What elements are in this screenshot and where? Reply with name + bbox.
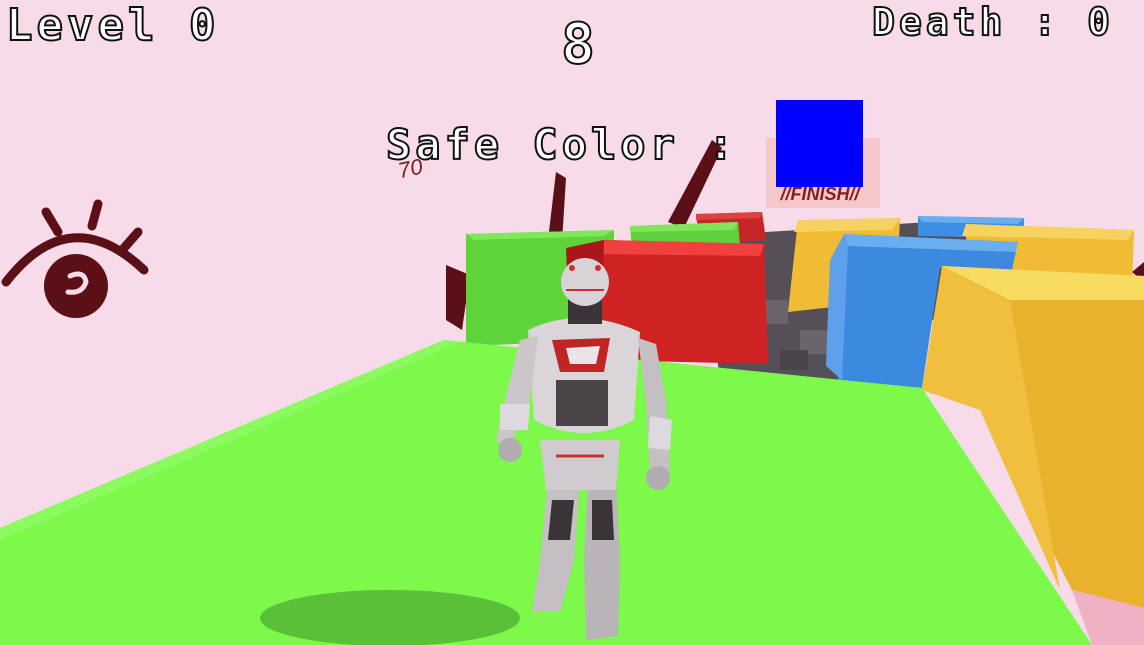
level-indicator: Level 0	[5, 0, 220, 52]
safe-color-swatch	[776, 100, 863, 187]
game-scene: //FINISH// 70	[0, 0, 1144, 645]
safe-color-label: Safe Color :	[385, 119, 738, 170]
death-counter: Death : 0	[871, 0, 1114, 45]
finish-sign-text: //FINISH//	[779, 184, 861, 204]
countdown-timer: 8	[560, 11, 599, 78]
player-shadow	[260, 590, 520, 645]
